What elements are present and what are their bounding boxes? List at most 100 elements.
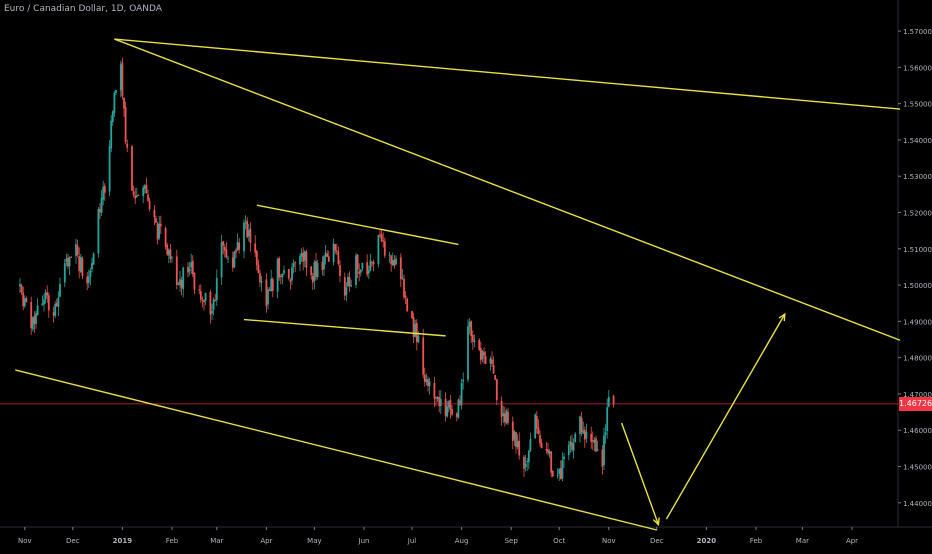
candle-body — [268, 289, 271, 291]
candle-body — [193, 272, 196, 290]
candle-body — [175, 256, 178, 285]
candle-body — [132, 191, 135, 195]
candle-body — [457, 399, 460, 418]
y-tick-label: 1.50000 — [903, 282, 932, 290]
candle-body — [425, 379, 428, 382]
candle-body — [590, 433, 593, 442]
candle-body — [142, 187, 145, 197]
candle-body — [102, 186, 105, 200]
candle-body — [302, 252, 305, 262]
x-tick-label: Sep — [505, 537, 519, 545]
candle-body — [478, 339, 481, 350]
y-tick-label: 1.51000 — [903, 246, 932, 254]
candle-body — [47, 295, 50, 311]
candle-body — [580, 417, 583, 432]
candle-body — [339, 265, 341, 276]
candle-body — [215, 278, 218, 301]
x-tick-label: Nov — [602, 537, 616, 545]
candle-body — [300, 253, 303, 257]
candle-body — [343, 277, 346, 296]
candle-body — [367, 270, 370, 274]
candle-body — [65, 258, 68, 262]
candle-body — [123, 97, 125, 109]
candle-body — [335, 250, 338, 252]
candle-body — [502, 413, 505, 416]
candle-body — [180, 280, 183, 288]
candle-body — [41, 303, 44, 306]
candle-body — [323, 256, 325, 270]
candle-body — [278, 258, 281, 278]
candle-body — [423, 374, 426, 382]
candle-body — [379, 234, 381, 236]
candle-body — [212, 299, 215, 310]
candle-body — [399, 257, 402, 280]
candle-body — [76, 245, 79, 255]
candle-body — [124, 106, 127, 142]
candle-body — [561, 460, 564, 479]
candle-body — [563, 456, 565, 460]
candle-body — [143, 185, 146, 189]
candle-body — [551, 470, 554, 477]
x-tick-label: Feb — [166, 537, 179, 545]
chart-background — [0, 0, 932, 550]
y-tick-label: 1.54000 — [903, 137, 932, 145]
candle-body — [495, 379, 498, 401]
candle-body — [113, 92, 116, 113]
candle-body — [100, 197, 103, 213]
candle-body — [89, 270, 92, 277]
candle-body — [55, 302, 58, 307]
candle-body — [470, 321, 473, 336]
candle-body — [119, 64, 122, 91]
y-tick-label: 1.55000 — [903, 101, 932, 109]
candle-body — [236, 241, 239, 251]
candle-body — [550, 451, 553, 473]
candle-body — [97, 208, 100, 254]
candle-body — [406, 298, 409, 311]
candle-body — [582, 430, 585, 434]
candle-body — [529, 439, 532, 451]
last-price-label: 1.46726 — [899, 396, 932, 411]
candle-body — [110, 120, 113, 149]
candle-body — [350, 285, 353, 287]
candle-body — [355, 255, 357, 285]
candle-body — [345, 287, 348, 295]
candle-body — [492, 365, 495, 374]
price-chart[interactable]: 1.57000 1.56000 1.55000 1.54000 1.53000 1.520… — [0, 0, 932, 550]
x-tick-label: Apr — [260, 537, 272, 545]
candle-body — [33, 315, 36, 324]
candle-body — [395, 258, 397, 265]
candle-body — [36, 305, 39, 316]
candle-body — [438, 397, 441, 407]
candle-body — [473, 340, 476, 343]
candle-body — [567, 445, 570, 456]
candle-body — [267, 289, 269, 305]
candle-body — [455, 413, 458, 417]
candle-body — [20, 285, 23, 293]
candle-body — [255, 251, 258, 266]
candle-body — [155, 218, 157, 223]
x-tick-label: Mar — [796, 537, 809, 545]
candle-body — [428, 381, 431, 387]
candle-body — [371, 261, 373, 263]
x-tick-label: Mar — [210, 537, 223, 545]
x-tick-label: Apr — [846, 537, 858, 545]
candle-body — [115, 90, 117, 93]
candle-body — [558, 469, 561, 475]
candle-body — [612, 395, 615, 405]
x-tick-label: Dec — [650, 537, 664, 545]
candle-body — [179, 279, 181, 286]
y-tick-label: 1.57000 — [903, 28, 932, 36]
candle-body — [491, 359, 493, 365]
candle-body — [294, 262, 297, 264]
candle-body — [75, 244, 77, 256]
candle-body — [305, 252, 308, 268]
candle-body — [439, 399, 442, 406]
candle-body — [68, 257, 71, 267]
candle-body — [145, 184, 148, 193]
chart-area[interactable]: 1.57000 1.56000 1.55000 1.54000 1.53000 1.520… — [0, 0, 932, 550]
candle-body — [412, 317, 415, 338]
candle-body — [209, 291, 212, 315]
candle-body — [52, 312, 55, 316]
candle-body — [471, 334, 474, 342]
candle-body — [337, 251, 340, 264]
